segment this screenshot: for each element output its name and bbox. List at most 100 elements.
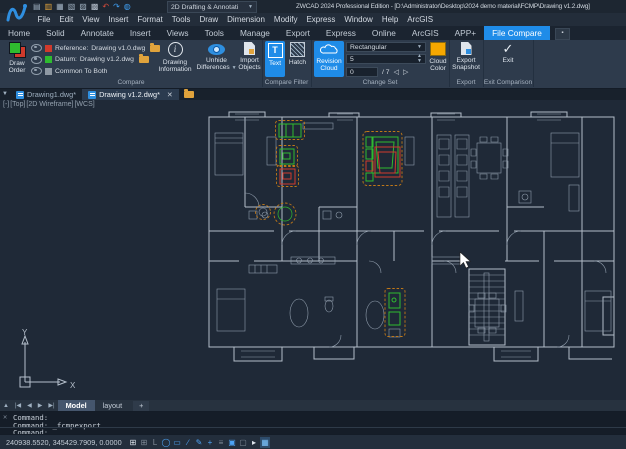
- open-icon[interactable]: ▥: [45, 2, 53, 11]
- open-file-icon[interactable]: [183, 89, 194, 98]
- tab-app-plus[interactable]: APP+: [447, 26, 484, 40]
- tab-manage[interactable]: Manage: [232, 26, 278, 40]
- menu-draw[interactable]: Draw: [195, 13, 223, 26]
- menu-express[interactable]: Express: [302, 13, 340, 26]
- select-icon[interactable]: ▸: [249, 437, 259, 448]
- status-bar: 240938.5520, 345429.7909, 0.0000 ⊞ ⊞ L ◯…: [0, 434, 626, 449]
- close-command-icon[interactable]: ✕: [3, 413, 7, 421]
- menu-format[interactable]: Format: [133, 13, 167, 26]
- compare-source-rows: Reference: Drawing v1.0.dwg Datum: Drawi…: [31, 42, 161, 78]
- plot-icon[interactable]: ▨: [79, 2, 87, 11]
- tab-annotate[interactable]: Annotate: [73, 26, 122, 40]
- previous-change-icon[interactable]: ◁: [394, 68, 399, 76]
- model-tab[interactable]: Model: [57, 400, 95, 411]
- last-layout-icon[interactable]: ▶|: [45, 402, 57, 409]
- doc-tab-drawing-v12[interactable]: Drawing v1.2.dwg* ✕: [82, 89, 179, 100]
- drawing-information-button[interactable]: i Drawing Information: [155, 42, 195, 73]
- undo-icon[interactable]: ↶: [102, 2, 109, 11]
- esnap-icon[interactable]: ▭: [172, 437, 182, 448]
- tab-export[interactable]: Export: [278, 26, 318, 40]
- command-window[interactable]: ✕ Command: Command: _fcmpexport Command:: [0, 412, 626, 437]
- new-icon[interactable]: ▤: [33, 2, 41, 11]
- spinner-arrows-icon[interactable]: ▲ ▼: [417, 54, 422, 64]
- display-icon[interactable]: ▦: [260, 437, 270, 448]
- eye-icon: [208, 44, 225, 55]
- workspace-dropdown[interactable]: 2D Drafting & Annotati ▼: [167, 1, 257, 13]
- doc-tab-drawing1[interactable]: Drawing1.dwg*: [10, 89, 82, 100]
- tab-list-dropdown-icon[interactable]: ▼: [0, 89, 10, 100]
- tab-home[interactable]: Home: [0, 26, 38, 40]
- change-index-field[interactable]: 0: [346, 67, 378, 77]
- menu-tools[interactable]: Tools: [167, 13, 195, 26]
- preview-icon[interactable]: ▩: [91, 2, 99, 11]
- etrack-icon[interactable]: ∕: [183, 437, 193, 448]
- tab-file-compare[interactable]: File Compare: [484, 26, 550, 40]
- first-layout-icon[interactable]: |◀: [12, 402, 24, 409]
- menu-arcgis[interactable]: ArcGIS: [403, 13, 438, 26]
- viewport-view[interactable]: [Top]: [10, 101, 25, 108]
- online-icon[interactable]: ◍: [124, 2, 131, 11]
- dyn-input-icon[interactable]: ✎: [194, 437, 204, 448]
- eye-icon[interactable]: [31, 67, 42, 75]
- redo-icon[interactable]: ↷: [113, 2, 120, 11]
- tab-arcgis[interactable]: ArcGIS: [404, 26, 447, 40]
- viewport-ucs[interactable]: [WCS]: [74, 101, 94, 108]
- revision-cloud-button[interactable]: Revision Cloud: [314, 41, 344, 77]
- cloud-size-spinner[interactable]: 5 ▲ ▼: [346, 54, 426, 64]
- menu-insert[interactable]: Insert: [104, 13, 133, 26]
- cloud-shape-dropdown[interactable]: Rectangular ▼: [346, 42, 426, 52]
- unhide-differences-button[interactable]: Unhide Differences ▼: [196, 42, 237, 71]
- tab-express[interactable]: Express: [318, 26, 364, 40]
- text-icon: T: [267, 43, 283, 58]
- grid-icon[interactable]: ⊞: [128, 437, 138, 448]
- eye-icon[interactable]: [31, 44, 42, 52]
- layout-tab[interactable]: layout: [95, 400, 130, 411]
- menu-dimension[interactable]: Dimension: [223, 13, 270, 26]
- save-as-icon[interactable]: ▧: [68, 2, 76, 11]
- save-icon[interactable]: ▦: [56, 2, 64, 11]
- viewport-minimize[interactable]: [-]: [3, 101, 9, 108]
- menu-file[interactable]: File: [33, 13, 55, 26]
- import-objects-button[interactable]: Import Objects: [237, 42, 262, 71]
- menu-edit[interactable]: Edit: [55, 13, 78, 26]
- polar-icon[interactable]: ◯: [161, 437, 171, 448]
- tab-insert[interactable]: Insert: [122, 26, 159, 40]
- cloud-color-button[interactable]: Cloud Color: [428, 42, 448, 72]
- expand-command-icon[interactable]: ▲: [0, 403, 12, 409]
- export-snapshot-button[interactable]: Export Snapshot: [452, 42, 480, 71]
- ortho-icon[interactable]: L: [150, 437, 160, 448]
- tab-solid[interactable]: Solid: [38, 26, 72, 40]
- folder-icon[interactable]: [138, 54, 149, 63]
- snap-icon[interactable]: ⊞: [139, 437, 149, 448]
- panel-label-compare-filter: Compare Filter: [264, 79, 309, 86]
- eye-icon[interactable]: [31, 55, 42, 64]
- drawing-canvas[interactable]: [-] [Top] [2D Wireframe] [WCS] Y X: [0, 100, 626, 400]
- exit-button[interactable]: ✓ Exit: [490, 42, 526, 64]
- selection-cycling-icon[interactable]: ▣: [227, 437, 237, 448]
- quick-properties-icon[interactable]: ▢: [238, 437, 248, 448]
- panel-exit-comparison: ✓ Exit Exit Comparison: [483, 40, 534, 87]
- lineweight-icon[interactable]: +: [205, 437, 215, 448]
- ribbon-display-toggle-icon[interactable]: ▪: [554, 28, 570, 40]
- hatch-filter-button[interactable]: Hatch: [287, 42, 308, 66]
- hatch-icon: [290, 42, 305, 57]
- info-icon: i: [167, 42, 183, 57]
- ribbon-tab-bar: Home Solid Annotate Insert Views Tools M…: [0, 26, 626, 40]
- tab-online[interactable]: Online: [364, 26, 404, 40]
- menu-view[interactable]: View: [78, 13, 104, 26]
- previous-layout-icon[interactable]: ◀: [24, 402, 35, 409]
- close-tab-icon[interactable]: ✕: [167, 91, 173, 99]
- menu-modify[interactable]: Modify: [269, 13, 302, 26]
- menu-help[interactable]: Help: [377, 13, 402, 26]
- viewport-visual-style[interactable]: [2D Wireframe]: [26, 101, 73, 108]
- add-layout-button[interactable]: +: [133, 400, 150, 411]
- text-filter-button[interactable]: T Text: [265, 41, 285, 77]
- next-change-icon[interactable]: ▷: [403, 68, 408, 76]
- panel-label-change-set: Change Set: [362, 79, 398, 86]
- draw-order-button[interactable]: Draw Order: [3, 42, 31, 74]
- transparency-icon[interactable]: ≡: [216, 437, 226, 448]
- menu-window[interactable]: Window: [340, 13, 377, 26]
- tab-views[interactable]: Views: [159, 26, 197, 40]
- next-layout-icon[interactable]: ▶: [35, 402, 46, 409]
- tab-tools[interactable]: Tools: [197, 26, 232, 40]
